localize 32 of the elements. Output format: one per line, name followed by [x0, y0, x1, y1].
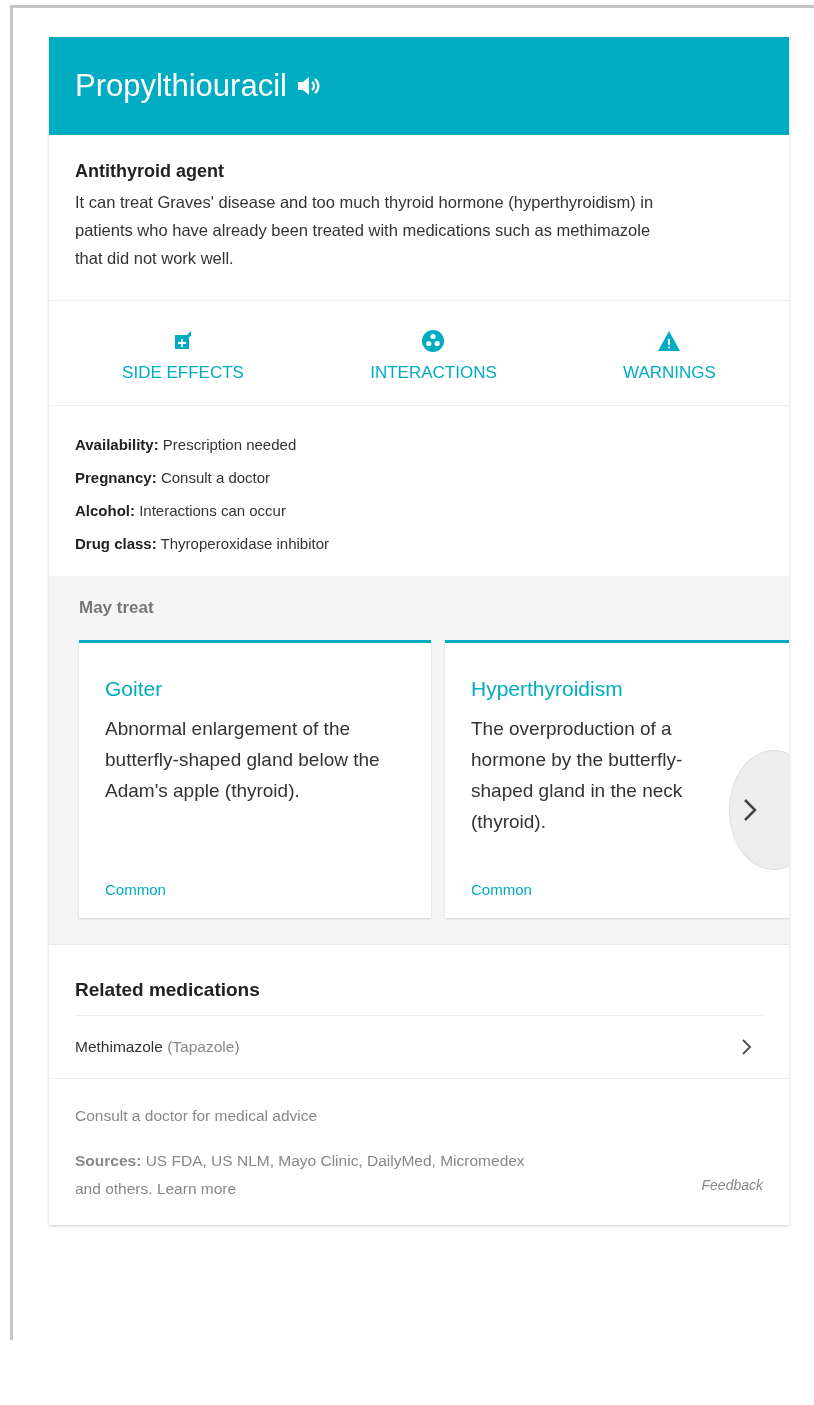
- fact-line: Drug class: Thyroperoxidase inhibitor: [75, 534, 331, 554]
- feedback-link[interactable]: Feedback: [701, 1177, 763, 1193]
- sources-text: Sources: US FDA, US NLM, Mayo Clinic, DailyMed, Micromedex and others. Learn more: [75, 1151, 526, 1199]
- fact-line: Pregnancy: Consult a doctor: [75, 468, 272, 488]
- condition-name: Goiter: [105, 677, 164, 701]
- interactions-icon: [421, 329, 446, 353]
- frequency-label: Common: [471, 881, 533, 898]
- related-medication-item[interactable]: Methimazole (Tapazole): [49, 1016, 789, 1079]
- drug-class-heading: Antithyroid agent: [75, 161, 225, 182]
- condition-description: Abnormal enlargement of the butterfly-shaped gland below the Adam's apple (thyroid).: [105, 717, 381, 803]
- frequency-label: Common: [105, 881, 167, 898]
- fact-line: Availability: Prescription needed: [75, 435, 298, 455]
- action-button[interactable]: WARNINGS: [609, 329, 730, 383]
- speaker-icon[interactable]: [296, 75, 321, 97]
- condition-card[interactable]: Hyperthyroidism The overproduction of a hormone by the butterfly-shaped gland in the neck (thyroid). Common: [445, 640, 789, 918]
- condition-name: Hyperthyroidism: [471, 677, 624, 701]
- disclaimer-text: Consult a doctor for medical advice: [75, 1107, 319, 1125]
- learn-more-link[interactable]: Learn more: [156, 1180, 237, 1197]
- chevron-right-icon: [742, 798, 758, 822]
- condition-card[interactable]: Goiter Abnormal enlargement of the butterfly-shaped gland below the Adam's apple (thyroid). Common: [79, 640, 431, 918]
- action-button[interactable]: INTERACTIONS: [356, 329, 511, 383]
- section-heading: May treat: [79, 598, 155, 618]
- section-heading: Related medications: [75, 979, 763, 1016]
- chevron-right-icon: [741, 1038, 753, 1056]
- condition-description: The overproduction of a hormone by the butterfly-shaped gland in the neck (thyroid).: [471, 717, 684, 834]
- warning-icon: [657, 329, 682, 353]
- medication-name: Methimazole: [75, 1038, 163, 1055]
- drug-description: It can treat Graves' disease and too much thyroid hormone (hyperthyroidism) in patients who have already been treated with medications such as methimazole that did not work well.: [75, 192, 655, 269]
- fact-line: Alcohol: Interactions can occur: [75, 501, 287, 521]
- action-button[interactable]: SIDE EFFECTS: [108, 329, 258, 383]
- drug-title: Propylthiouracil: [75, 68, 287, 104]
- brand-name: (Tapazole): [167, 1038, 240, 1055]
